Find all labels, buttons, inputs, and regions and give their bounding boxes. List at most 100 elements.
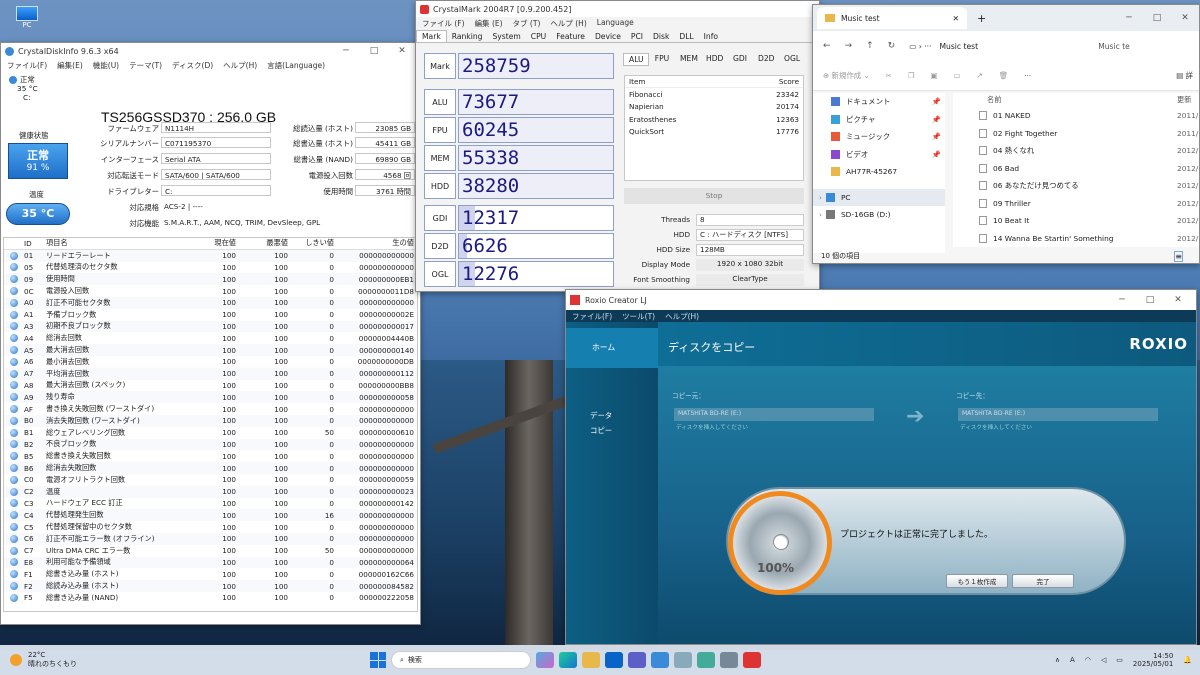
sidebar-item[interactable]: ピクチャ 📌 [813, 111, 945, 129]
subtab-alu[interactable]: ALU [623, 53, 649, 66]
sidebar-item[interactable]: ビデオ 📌 [813, 146, 945, 164]
close-button[interactable]: ✕ [1164, 295, 1192, 305]
sidebar-item[interactable]: AH77R-45267 [813, 163, 945, 181]
rename-icon[interactable]: ▭ [954, 71, 961, 80]
crystaldiskinfo-taskbar-icon[interactable] [651, 652, 669, 668]
copy-icon[interactable]: ❐ [908, 71, 915, 80]
table-row[interactable]: A6 最小消去回数 100 100 0 0000000000DB [4, 356, 417, 368]
table-row[interactable]: C3 ハードウェア ECC 訂正 100 100 0 000000000142 [4, 498, 417, 510]
share-icon[interactable]: ↗ [976, 71, 982, 80]
table-row[interactable]: F5 総書き込み量 (NAND) 100 100 0 000000222058 [4, 592, 417, 604]
sidebar-item[interactable]: ドキュメント 📌 [813, 93, 945, 111]
table-row[interactable]: B0 消去失敗回数 (ワーストダイ) 100 100 0 000000000000 [4, 414, 417, 427]
item-row[interactable]: Fibonacci 23342 [625, 88, 803, 101]
tab-close-icon[interactable]: ✕ [953, 14, 959, 23]
sidebar-item[interactable]: › SD-16GB (D:) [813, 206, 945, 224]
menu-item[interactable]: 編集 (E) [475, 18, 503, 29]
tab-system[interactable]: System [487, 31, 525, 42]
menu-item[interactable]: ファイル (F) [422, 18, 465, 29]
tab-disk[interactable]: Disk [648, 31, 674, 42]
menu-item[interactable]: テーマ(T) [129, 60, 162, 71]
table-row[interactable]: A9 残り寿命 100 100 0 000000000058 [4, 391, 417, 404]
nav-copy-label[interactable]: コピー [590, 425, 658, 436]
table-row[interactable]: F2 総読み込み量 (ホスト) 100 100 0 000000084582 [4, 580, 417, 592]
menu-item[interactable]: ヘルプ(H) [665, 311, 699, 321]
menu-item[interactable]: ディスク(D) [172, 60, 213, 71]
close-button[interactable]: ✕ [388, 46, 416, 56]
menu-item[interactable]: ヘルプ(H) [223, 60, 257, 71]
volume-icon[interactable]: ◁ [1101, 656, 1106, 664]
ime-indicator[interactable]: A [1070, 656, 1075, 664]
subtab-hdd[interactable]: HDD [701, 53, 727, 66]
roxio-taskbar-icon[interactable] [743, 652, 761, 668]
table-header[interactable]: しきい値 [288, 238, 334, 248]
table-row[interactable]: E8 利用可能な予備領域 100 100 0 000000000064 [4, 556, 417, 569]
table-row[interactable]: C0 電源オフリトラクト回数 100 100 0 000000000059 [4, 474, 417, 486]
list-item[interactable]: 09 Thriller 2012/ [953, 195, 1199, 213]
dest-drive-select[interactable]: MATSHITA BD-RE (E:) [958, 408, 1158, 421]
minimize-button[interactable]: ─ [1115, 13, 1143, 23]
nav-home[interactable]: ホーム [566, 328, 658, 368]
done-button[interactable]: 完了 [1012, 574, 1074, 588]
setting-value[interactable]: C : ハードディスク [NTFS] [696, 228, 804, 241]
subtab-ogl[interactable]: OGL [779, 53, 805, 66]
maximize-button[interactable]: □ [360, 46, 388, 56]
table-row[interactable]: B2 不良ブロック数 100 100 0 000000000000 [4, 438, 417, 451]
menu-item[interactable]: Language [597, 18, 634, 29]
menu-item[interactable]: ファイル(F) [572, 311, 612, 321]
tab-pci[interactable]: PCI [626, 31, 648, 42]
subtab-fpu[interactable]: FPU [649, 53, 675, 66]
tab-cpu[interactable]: CPU [526, 31, 551, 42]
table-row[interactable]: C5 代替処理保留中のセクタ数 100 100 0 000000000000 [4, 521, 417, 533]
tray-chevron-icon[interactable]: ∧ [1055, 656, 1060, 664]
list-item[interactable]: 06 あなただけ見つめてる 2012/ [953, 177, 1199, 195]
list-item[interactable]: 10 Beat It 2012/ [953, 212, 1199, 230]
copilot-icon[interactable] [536, 652, 554, 668]
table-row[interactable]: A3 初期不良ブロック数 100 100 0 000000000017 [4, 320, 417, 333]
col-date[interactable]: 更新 [1177, 95, 1191, 105]
table-row[interactable]: C2 温度 100 100 0 000000000023 [4, 485, 417, 498]
table-header[interactable]: 生の値 [334, 238, 414, 248]
table-row[interactable]: C6 訂正不可能エラー数 (オフライン) 100 100 0 000000000000 [4, 532, 417, 545]
create-another-button[interactable]: もう１枚作成 [946, 574, 1008, 588]
table-row[interactable]: 01 リードエラーレート 100 100 0 000000000000 [4, 249, 417, 262]
item-row[interactable]: Napierian 20174 [625, 101, 803, 114]
tab-device[interactable]: Device [590, 31, 626, 42]
notification-icon[interactable]: 🔔 [1183, 656, 1192, 664]
list-item[interactable]: 02 Fight Together 2011/ [953, 125, 1199, 143]
nav-data-label[interactable]: データ [590, 410, 658, 421]
minimize-button[interactable]: ─ [1108, 295, 1136, 305]
details-icon[interactable]: ▤ 詳 [1176, 70, 1193, 81]
list-item[interactable]: 01 NAKED 2011/ [953, 107, 1199, 125]
sidebar-item[interactable]: › PC [813, 188, 945, 206]
menu-item[interactable]: ファイル(F) [7, 60, 47, 71]
battery-icon[interactable]: ▭ [1116, 656, 1123, 664]
search-box[interactable]: Music te [1098, 42, 1130, 51]
table-row[interactable]: A7 平均消去回数 100 100 0 000000000112 [4, 367, 417, 380]
cdi-drive-tab[interactable]: 正常 35 °C C: [9, 75, 49, 102]
table-row[interactable]: B6 総消去失敗回数 100 100 0 000000000000 [4, 462, 417, 474]
minimize-button[interactable]: ─ [332, 46, 360, 56]
table-header[interactable]: 最悪値 [236, 238, 288, 248]
table-header[interactable]: 現在値 [176, 238, 236, 248]
table-row[interactable]: A0 訂正不可能セクタ数 100 100 0 000000000000 [4, 296, 417, 309]
edge-icon[interactable] [559, 652, 577, 668]
menu-item[interactable]: タブ (T) [513, 18, 541, 29]
delete-icon[interactable]: 🗑 [999, 71, 1008, 80]
tab-dll[interactable]: DLL [674, 31, 698, 42]
settings-icon[interactable] [720, 652, 738, 668]
tab-mark[interactable]: Mark [416, 30, 447, 42]
outlook-icon[interactable] [605, 652, 623, 668]
start-icon[interactable] [370, 652, 386, 668]
table-row[interactable]: AF 書き換え失敗回数 (ワーストダイ) 100 100 0 000000000000 [4, 403, 417, 415]
teams-icon[interactable] [628, 652, 646, 668]
more-icon[interactable]: ··· [1024, 71, 1031, 80]
menu-item[interactable]: 言語(Language) [267, 60, 325, 71]
file-explorer-icon[interactable] [582, 652, 600, 668]
table-row[interactable]: B1 総ウェアレベリング回数 100 100 50 000000000610 [4, 427, 417, 439]
address-bar[interactable]: ▭ › ··· Music test [909, 42, 1084, 51]
list-item[interactable]: 06 Bad 2012/ [953, 160, 1199, 178]
table-row[interactable]: A1 予備ブロック数 100 100 0 00000000002E [4, 309, 417, 321]
crystalmark-taskbar-icon[interactable] [674, 652, 692, 668]
tab-info[interactable]: Info [699, 31, 723, 42]
